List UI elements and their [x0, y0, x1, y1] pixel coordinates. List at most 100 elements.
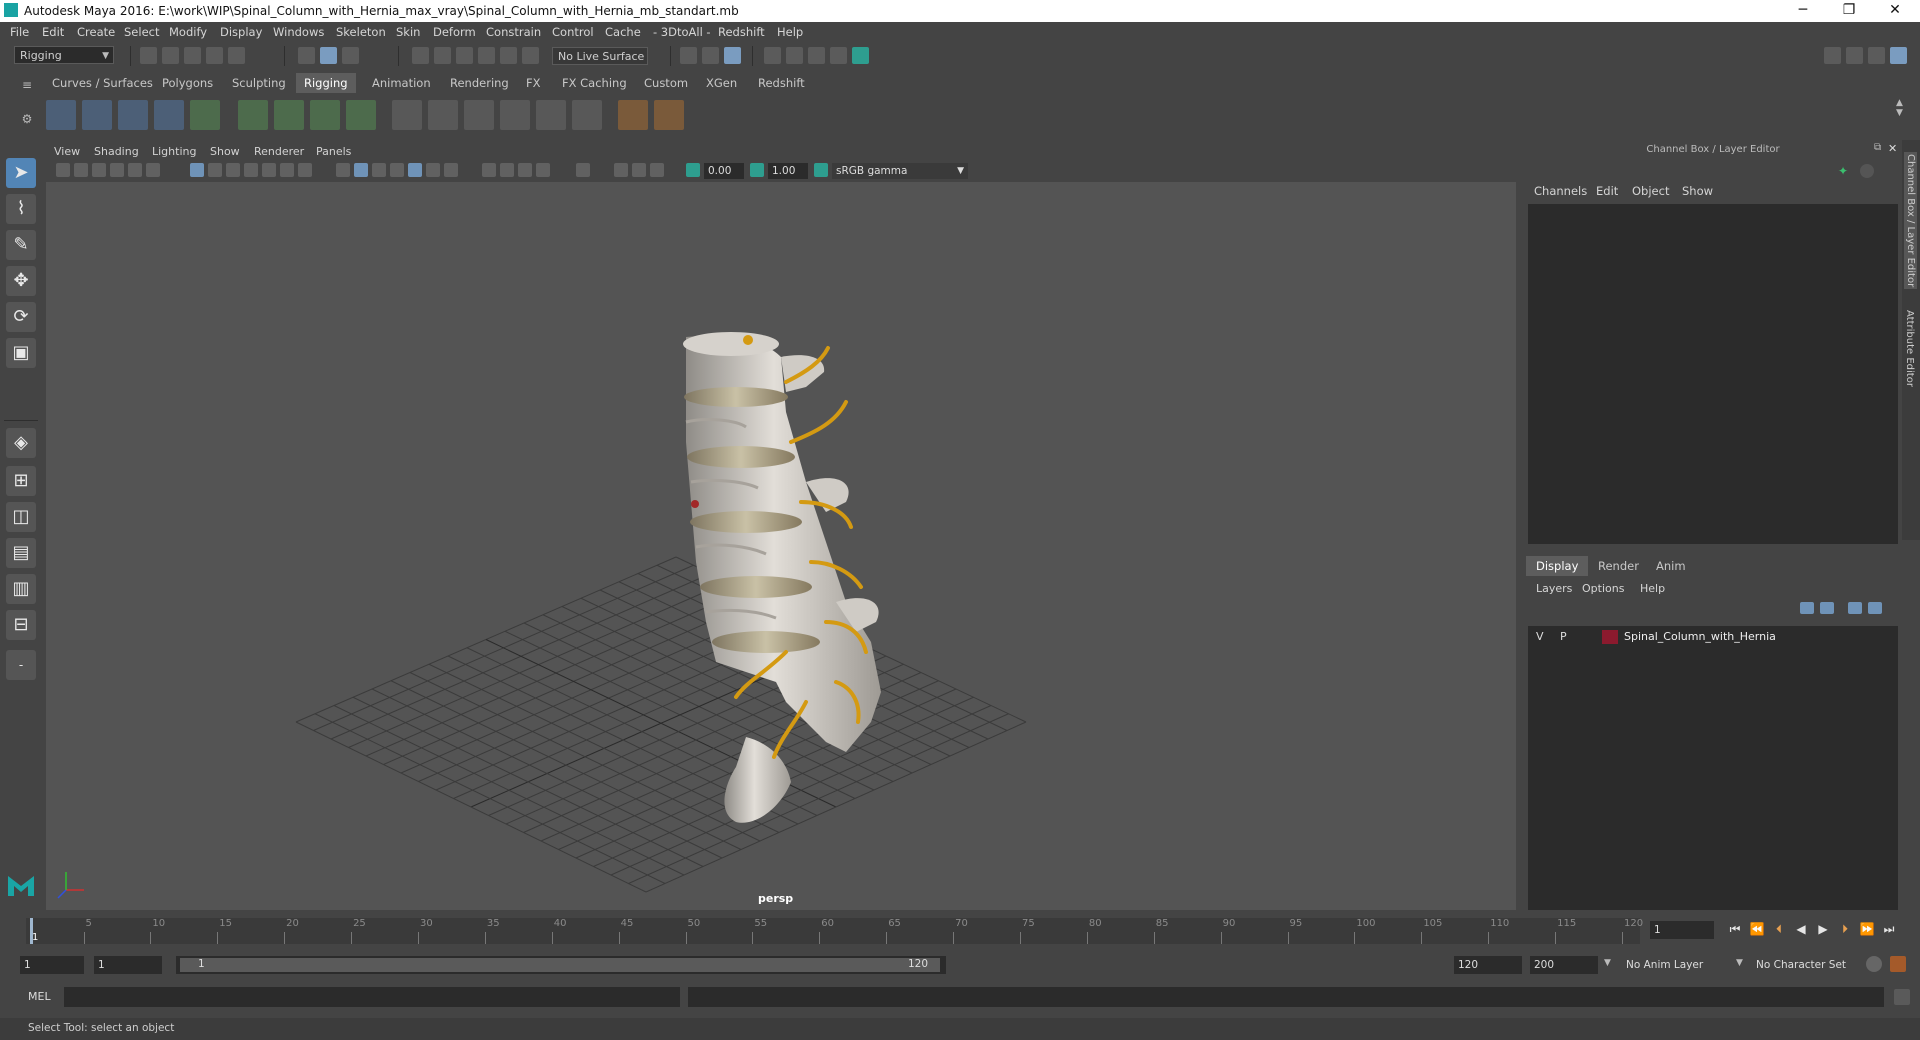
four-view-layout-button[interactable]: ⊞	[6, 466, 36, 496]
undo-icon[interactable]	[206, 47, 223, 64]
resolution-gate-icon[interactable]	[226, 163, 240, 177]
depth-of-field-icon[interactable]	[536, 163, 550, 177]
image-plane-icon[interactable]	[110, 163, 124, 177]
mode-dropdown[interactable]: Rigging ▼	[14, 46, 114, 64]
move-layer-down-icon[interactable]	[1820, 602, 1834, 614]
menu-edit[interactable]: Edit	[42, 25, 64, 39]
xray-joints-icon[interactable]	[614, 163, 628, 177]
ik-handle-icon[interactable]	[82, 100, 112, 130]
scene-canvas[interactable]	[46, 182, 1516, 910]
render-view-icon[interactable]	[852, 47, 869, 64]
screen-space-ao-icon[interactable]	[482, 163, 496, 177]
vp-menu-lighting[interactable]: Lighting	[152, 145, 196, 158]
camera-select-icon[interactable]	[56, 163, 70, 177]
step-forward-frame-icon[interactable]: ⏵	[1836, 920, 1854, 938]
safe-title-icon[interactable]	[298, 163, 312, 177]
shelf-menu-icon[interactable]: ≡	[20, 78, 34, 92]
range-slider-bar-fill[interactable]: 1 120	[180, 958, 940, 972]
lasso-tool-button[interactable]: ⌇	[6, 194, 36, 224]
gate-mask-icon[interactable]	[244, 163, 258, 177]
exposure-icon[interactable]	[686, 163, 700, 177]
current-frame-field[interactable]: 1	[1650, 921, 1714, 939]
ipr-render-icon[interactable]	[786, 47, 803, 64]
gamma-field[interactable]: 1.00	[768, 163, 808, 179]
scale-constraint-icon[interactable]	[500, 100, 530, 130]
step-back-frame-icon[interactable]: ⏴	[1770, 920, 1788, 938]
minimize-button[interactable]: ─	[1780, 0, 1826, 22]
select-tool-button[interactable]: ➤	[6, 158, 36, 188]
save-scene-icon[interactable]	[184, 47, 201, 64]
locator-icon[interactable]	[618, 100, 648, 130]
close-panel-icon[interactable]: ✕	[1888, 142, 1897, 155]
tab-sculpting[interactable]: Sculpting	[224, 73, 294, 93]
mirror-joint-icon[interactable]	[154, 100, 184, 130]
time-slider-track[interactable]: 1 5 10 15 20 25 30 35 40 45 50 55 60 65 70 75 80 85 90 95 10…	[26, 918, 1643, 944]
new-layer-selected-icon[interactable]	[1868, 602, 1882, 614]
aim-constraint-icon[interactable]	[536, 100, 566, 130]
tab-rendering[interactable]: Rendering	[442, 73, 517, 93]
time-slider[interactable]: 1 5 10 15 20 25 30 35 40 45 50 55 60 65 70 75 80 85 90 95 10…	[20, 916, 1643, 944]
smooth-shade-icon[interactable]	[354, 163, 368, 177]
smooth-bind-icon[interactable]	[274, 100, 304, 130]
menu-file[interactable]: File	[10, 25, 29, 39]
redo-icon[interactable]	[228, 47, 245, 64]
layout-menu-button[interactable]: -	[6, 650, 36, 680]
shelf-scroll-icon[interactable]: ▲ ▼	[1896, 98, 1903, 118]
layer-menu-layers[interactable]: Layers	[1536, 582, 1572, 595]
shadows-icon[interactable]	[444, 163, 458, 177]
attribute-editor-toggle-icon[interactable]	[1846, 47, 1863, 64]
anim-layer-dropdown[interactable]: No Anim Layer	[1622, 956, 1740, 974]
color-space-dropdown[interactable]: sRGB gamma ▼	[832, 163, 968, 179]
motion-blur-icon[interactable]	[500, 163, 514, 177]
anti-aliasing-icon[interactable]	[518, 163, 532, 177]
layer-visibility-toggle[interactable]: V	[1536, 630, 1544, 643]
modeling-toolkit-icon[interactable]	[1824, 47, 1841, 64]
tab-render[interactable]: Render	[1588, 556, 1649, 576]
float-panel-icon[interactable]: ⧉	[1874, 142, 1881, 153]
humanik-icon[interactable]	[190, 100, 220, 130]
2d-pan-zoom-icon[interactable]	[128, 163, 142, 177]
preferences-icon[interactable]	[1890, 956, 1906, 972]
channel-list[interactable]	[1528, 204, 1898, 544]
input-ops-icon[interactable]	[680, 47, 697, 64]
pole-vector-icon[interactable]	[572, 100, 602, 130]
cb-menu-show[interactable]: Show	[1682, 184, 1713, 198]
command-input[interactable]	[64, 987, 680, 1007]
channel-box-toggle-icon[interactable]	[1890, 47, 1907, 64]
menu-skin[interactable]: Skin	[396, 25, 420, 39]
point-constraint-icon[interactable]	[428, 100, 458, 130]
tab-rigging[interactable]: Rigging	[296, 73, 356, 93]
menu-display[interactable]: Display	[220, 25, 262, 39]
menu-deform[interactable]: Deform	[433, 25, 476, 39]
layer-playback-toggle[interactable]: P	[1560, 630, 1567, 643]
tab-custom[interactable]: Custom	[636, 73, 696, 93]
snap-point-icon[interactable]	[456, 47, 473, 64]
textured-icon[interactable]	[408, 163, 422, 177]
bookmark-icon[interactable]	[92, 163, 106, 177]
bind-skin-icon[interactable]	[238, 100, 268, 130]
parent-constraint-icon[interactable]	[392, 100, 422, 130]
close-button[interactable]: ✕	[1872, 0, 1918, 22]
menu-redshift[interactable]: Redshift	[718, 25, 765, 39]
snap-magnet-icon[interactable]	[522, 47, 539, 64]
go-to-end-icon[interactable]: ⏭	[1880, 920, 1898, 938]
current-time-indicator[interactable]	[30, 918, 33, 944]
vp-menu-renderer[interactable]: Renderer	[254, 145, 304, 158]
camera-attributes-icon[interactable]	[74, 163, 88, 177]
animation-end-field[interactable]: 200	[1530, 956, 1598, 974]
snap-grid-icon[interactable]	[412, 47, 429, 64]
new-layer-icon[interactable]	[1848, 602, 1862, 614]
vp-menu-show[interactable]: Show	[210, 145, 240, 158]
menu-help[interactable]: Help	[777, 25, 803, 39]
playback-end-field[interactable]: 120	[1454, 956, 1522, 974]
command-language-label[interactable]: MEL	[28, 990, 51, 1003]
layer-menu-options[interactable]: Options	[1582, 582, 1624, 595]
cb-menu-edit[interactable]: Edit	[1596, 184, 1618, 198]
xray-active-components-icon[interactable]	[632, 163, 646, 177]
playback-start-field[interactable]: 1	[94, 956, 162, 974]
lattice-icon[interactable]	[310, 100, 340, 130]
film-gate-icon[interactable]	[208, 163, 222, 177]
two-view-layout-button[interactable]: ◫	[6, 502, 36, 532]
speed-icon[interactable]	[1860, 164, 1874, 178]
character-set-dropdown[interactable]: No Character Set	[1752, 956, 1870, 974]
